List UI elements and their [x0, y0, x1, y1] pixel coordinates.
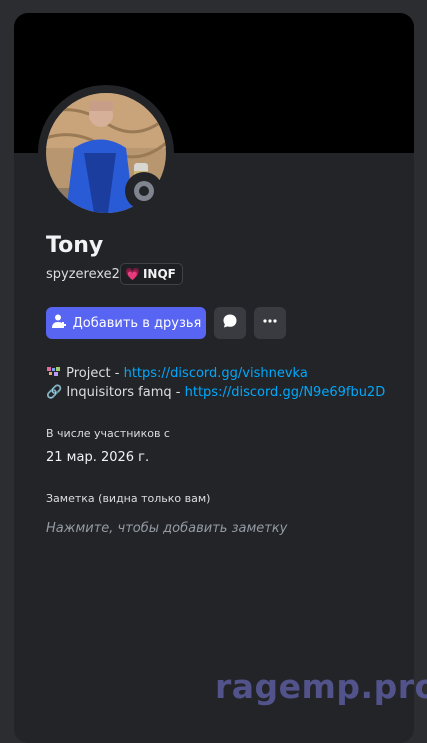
link-emoji-icon: 🔗 — [46, 385, 63, 400]
bio-line-project: Project - https://discord.gg/vishnevka — [46, 364, 385, 383]
member-since-date: 21 мар. 2026 г. — [46, 450, 150, 465]
status-indicator — [125, 172, 163, 210]
chat-bubble-icon — [222, 313, 238, 333]
add-friend-button[interactable]: Добавить в друзья — [46, 307, 206, 339]
bio-line-inquisitors: 🔗 Inquisitors famq - https://discord.gg/… — [46, 383, 385, 402]
note-title: Заметка (видна только вам) — [46, 492, 211, 505]
member-since-title: В числе участников с — [46, 427, 170, 440]
add-user-icon — [51, 313, 67, 333]
profile-bio: Project - https://discord.gg/vishnevka 🔗… — [46, 364, 385, 402]
sparkle-emoji-icon — [46, 365, 62, 377]
avatar-ring — [38, 85, 174, 221]
inquisitors-link[interactable]: https://discord.gg/N9e69fbu2D — [185, 385, 386, 400]
username[interactable]: spyzerexe2 — [46, 267, 120, 282]
more-options-button[interactable] — [254, 307, 286, 339]
profile-card: Tony spyzerexe2 💗 INQF Добавить в друзья — [14, 13, 414, 743]
heart-icon: 💗 — [125, 267, 140, 281]
guild-tag[interactable]: 💗 INQF — [120, 263, 183, 285]
vishnevka-link[interactable]: https://discord.gg/vishnevka — [124, 366, 308, 381]
bio-project-text: Project - — [62, 366, 124, 381]
offline-status-icon — [134, 181, 154, 201]
display-name: Tony — [46, 233, 104, 258]
note-input[interactable]: Нажмите, чтобы добавить заметку — [46, 521, 287, 536]
more-dots-icon — [262, 313, 278, 333]
guild-tag-label: INQF — [142, 267, 176, 281]
message-button[interactable] — [214, 307, 246, 339]
bio-inquisitors-text: Inquisitors famq - — [62, 385, 185, 400]
watermark: ragemp.pro — [215, 667, 427, 706]
add-friend-label: Добавить в друзья — [72, 315, 202, 331]
